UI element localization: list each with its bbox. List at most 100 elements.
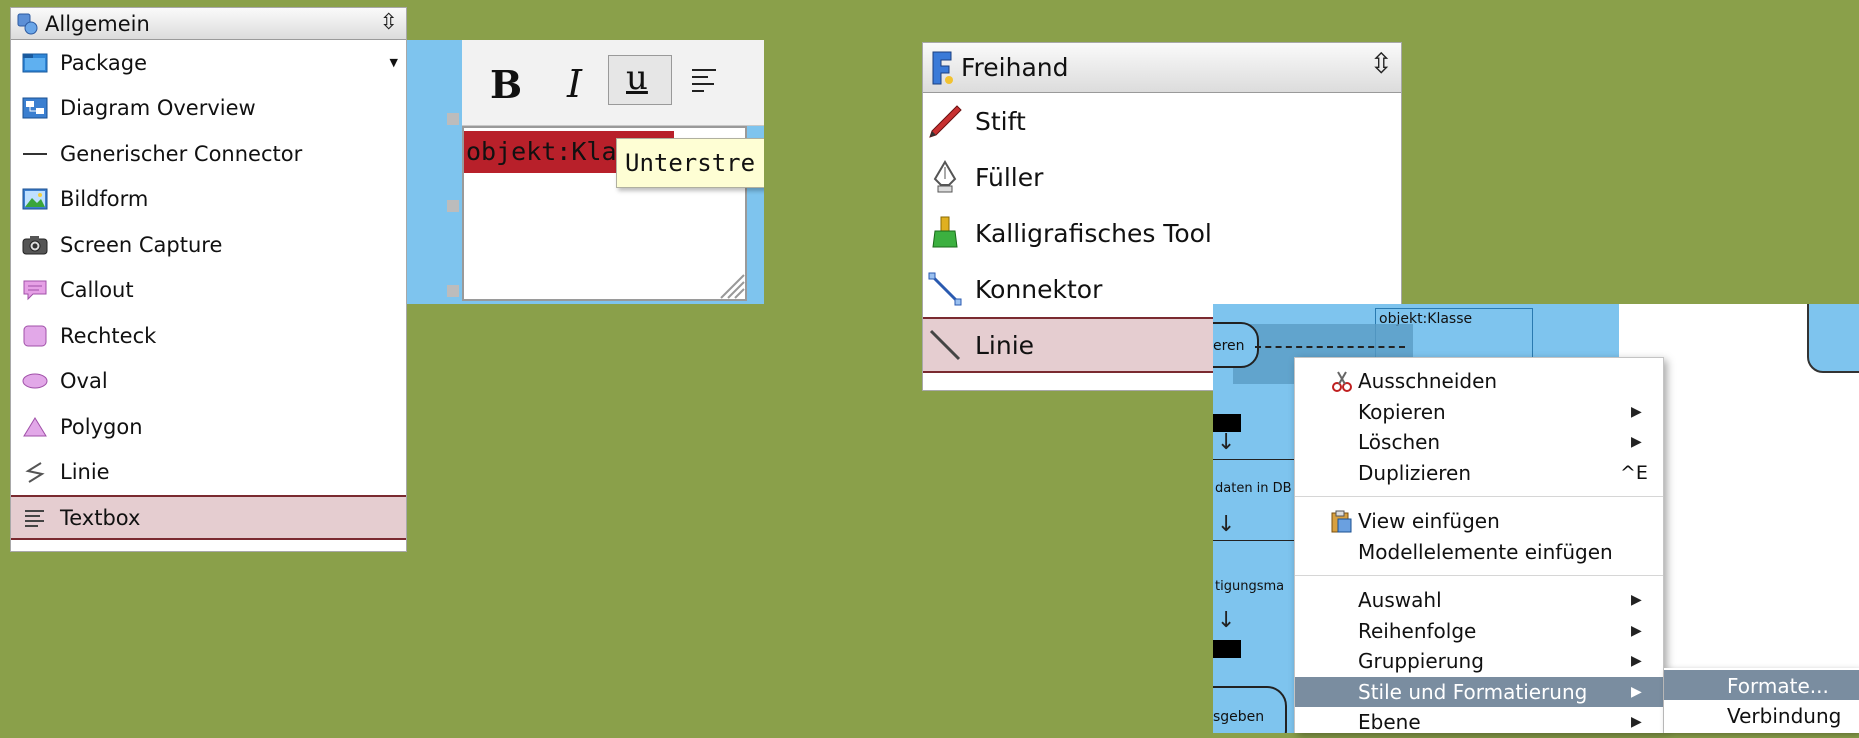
diagram-label: tigungsma [1215, 579, 1285, 594]
menu-item-label: Auswahl [1358, 588, 1442, 613]
palette-shapes-icon [17, 13, 39, 35]
arrow-down-icon: ↓ [1217, 512, 1236, 537]
menu-item-loeschen[interactable]: Löschen ▶ [1295, 427, 1663, 458]
palette-item-kalligrafisch[interactable]: Kalligrafisches Tool [923, 205, 1401, 261]
submenu-item-label: Formate... [1727, 674, 1829, 698]
polygon-icon [22, 416, 48, 438]
palette-item-oval[interactable]: Oval [11, 359, 406, 405]
submenu-item-verbindung[interactable]: Verbindung [1664, 700, 1859, 730]
dropdown-arrow-icon[interactable]: ▼ [390, 56, 398, 69]
submenu-arrow-icon: ▶ [1631, 622, 1642, 639]
palette-item-label: Diagram Overview [60, 96, 256, 121]
palette-item-label: Rechteck [60, 323, 157, 348]
palette-item-label: Stift [975, 106, 1026, 136]
menu-item-duplizieren[interactable]: Duplizieren ^E [1295, 458, 1663, 489]
italic-button[interactable]: I [567, 62, 582, 106]
calligraphy-icon [927, 215, 963, 251]
menu-item-label: Gruppierung [1358, 649, 1484, 674]
arrow-down-icon: ↓ [1217, 608, 1236, 633]
palette-item-generic-connector[interactable]: Generischer Connector [11, 131, 406, 177]
menu-item-auswahl[interactable]: Auswahl ▶ [1295, 585, 1663, 616]
palette-freehand-title: Freihand [961, 53, 1069, 82]
menu-item-stile-und-formatierung[interactable]: Stile und Formatierung ▶ [1295, 676, 1663, 707]
submenu-arrow-icon: ▶ [1631, 714, 1642, 731]
oval-icon [22, 370, 48, 392]
bold-button[interactable]: B [490, 62, 522, 107]
textbox-icon [22, 507, 48, 529]
palette-item-linie[interactable]: Linie [11, 450, 406, 496]
submenu-item-label: Verbindung [1727, 704, 1842, 728]
diagram-label: sgeben [1213, 709, 1265, 725]
menu-item-reihenfolge[interactable]: Reihenfolge ▶ [1295, 616, 1663, 647]
menu-item-ausschneiden[interactable]: Ausschneiden [1295, 366, 1663, 397]
rectangle-icon [22, 325, 48, 347]
palette-item-polygon[interactable]: Polygon [11, 404, 406, 450]
palette-item-package[interactable]: Package ▼ [11, 40, 406, 86]
underline-label: u [626, 58, 648, 98]
move-vertical-icon[interactable]: ⇳ [380, 12, 398, 34]
menu-item-kopieren[interactable]: Kopieren ▶ [1295, 397, 1663, 428]
palette-general-title: Allgemein [45, 11, 150, 36]
menu-item-shortcut: ^E [1620, 461, 1648, 484]
palette-item-label: Generischer Connector [60, 141, 303, 166]
palette-item-bildform[interactable]: Bildform [11, 177, 406, 223]
dashed-connector [1255, 346, 1405, 348]
diagram-shape[interactable] [1807, 304, 1859, 373]
resize-handle[interactable] [447, 285, 459, 297]
menu-item-label: View einfügen [1358, 509, 1500, 534]
palette-item-label: Linie [975, 330, 1035, 360]
submenu-item-formate[interactable]: Formate... [1664, 670, 1859, 700]
resize-handle[interactable] [447, 113, 459, 125]
palette-item-label: Polygon [60, 414, 143, 439]
submenu-arrow-icon: ▶ [1631, 683, 1642, 700]
palette-item-label: Package [60, 50, 148, 75]
menu-item-label: Reihenfolge [1358, 618, 1477, 643]
image-icon [22, 188, 48, 210]
diagram-label: eren [1213, 338, 1245, 354]
callout-icon [22, 279, 48, 301]
palette-item-fueller[interactable]: Füller [923, 149, 1401, 205]
menu-item-modellelemente-einfuegen[interactable]: Modellelemente einfügen [1295, 537, 1663, 568]
submenu: Formate... Verbindung [1664, 668, 1859, 733]
palette-freehand-header[interactable]: Freihand ⇳ [923, 43, 1401, 93]
palette-item-label: Kalligrafisches Tool [975, 218, 1212, 248]
palette-item-diagram-overview[interactable]: Diagram Overview [11, 86, 406, 132]
resize-grip-icon[interactable] [717, 271, 745, 299]
format-toolbar: B I u [462, 40, 764, 126]
palette-item-label: Füller [975, 162, 1044, 192]
palette-item-screen-capture[interactable]: Screen Capture [11, 222, 406, 268]
menu-item-label: Kopieren [1358, 399, 1446, 424]
resize-handle[interactable] [447, 200, 459, 212]
line-icon [927, 327, 963, 363]
connector-line-icon [22, 143, 48, 165]
palette-general: Allgemein ⇳ Package ▼ Diagram Overview G… [10, 7, 407, 552]
menu-separator [1295, 496, 1663, 497]
palette-item-textbox[interactable]: Textbox [11, 495, 406, 540]
palette-item-label: Oval [60, 369, 108, 394]
menu-item-label: Löschen [1358, 430, 1441, 455]
diagram-label: daten in DB [1215, 481, 1292, 496]
camera-icon [22, 234, 48, 256]
menu-item-view-einfuegen[interactable]: View einfügen [1295, 506, 1663, 537]
palette-item-rechteck[interactable]: Rechteck [11, 313, 406, 359]
submenu-arrow-icon: ▶ [1631, 653, 1642, 670]
palette-item-label: Textbox [60, 505, 141, 530]
palette-item-callout[interactable]: Callout [11, 268, 406, 314]
package-icon [22, 52, 48, 74]
menu-item-gruppierung[interactable]: Gruppierung ▶ [1295, 646, 1663, 677]
context-menu: Ausschneiden Kopieren ▶ Löschen ▶ Dupliz… [1294, 357, 1664, 735]
text-editor-panel: B I u objekt:Kla Unterstre [407, 40, 764, 304]
menu-item-label: Ausschneiden [1358, 369, 1498, 394]
arrow-down-icon: ↓ [1217, 430, 1236, 455]
menu-separator [1295, 575, 1663, 576]
menu-item-label: Ebene [1358, 710, 1421, 735]
palette-item-label: Linie [60, 460, 110, 485]
tooltip: Unterstre [616, 138, 764, 188]
submenu-arrow-icon: ▶ [1631, 434, 1642, 451]
move-vertical-icon[interactable]: ⇳ [1370, 50, 1393, 78]
fork-bar [1213, 640, 1241, 658]
freehand-f-icon [927, 48, 955, 88]
palette-item-stift[interactable]: Stift [923, 93, 1401, 149]
palette-general-header[interactable]: Allgemein ⇳ [11, 8, 406, 40]
align-left-icon[interactable] [690, 66, 722, 94]
